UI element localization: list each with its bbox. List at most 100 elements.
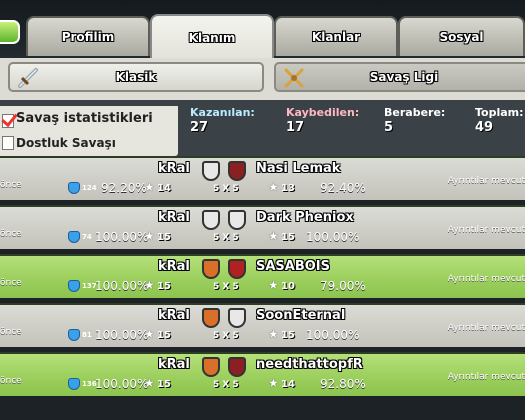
our-clan-level: 81	[82, 331, 92, 339]
war-log-row[interactable]: önce kRal 5 X 5 needthattopfR 136 100.00% ★ 15 ★…	[0, 352, 525, 396]
war-stats-title: Savaş istatistikleri	[16, 111, 153, 126]
our-stars-icon: ★	[144, 278, 155, 292]
war-stats-checkbox[interactable]	[2, 114, 14, 128]
war-time-ago: önce	[0, 180, 22, 190]
war-stats-title-row: Savaş istatistikleri	[0, 106, 178, 130]
details-link[interactable]: Ayrıntılar mevcut	[448, 323, 525, 333]
our-destruction: 100.00%	[95, 328, 149, 342]
our-clan-name: kRal	[158, 308, 190, 323]
classic-war-button[interactable]: Klasik	[8, 62, 264, 92]
war-log-row[interactable]: önce kRal 5 X 5 SASABOIS 137 100.00% ★ 15 ★ 10 79.…	[0, 254, 525, 298]
enemy-destruction: 92.40%	[320, 181, 366, 195]
our-destruction: 100.00%	[95, 377, 149, 391]
enemy-stars: 13	[281, 183, 295, 194]
enemy-clan-name: Nasi Lemak	[256, 161, 341, 176]
enemy-clan-badge-icon	[228, 210, 246, 230]
total-value: 49	[475, 120, 494, 135]
enemy-stars-icon: ★	[268, 180, 279, 194]
clan-level-shield-icon	[68, 182, 80, 194]
war-time-ago: önce	[0, 376, 22, 386]
enemy-clan-name: SASABOIS	[256, 259, 331, 274]
sword-icon	[18, 68, 38, 88]
tab-clans-label: Klanlar	[311, 30, 361, 44]
details-link[interactable]: Ayrıntılar mevcut	[448, 225, 525, 235]
friendly-war-label: Dostluk Savaşı	[16, 136, 116, 150]
details-link[interactable]: Ayrıntılar mevcut	[448, 176, 525, 186]
enemy-destruction: 79.00%	[320, 279, 366, 293]
our-clan-name: kRal	[158, 161, 190, 176]
our-clan-badge-icon	[202, 161, 220, 181]
war-time-ago: önce	[0, 327, 22, 337]
enemy-destruction: 100.00%	[306, 328, 360, 342]
war-mode-bar: Klasik Savaş Ligi	[0, 58, 525, 100]
enemy-stars-icon: ★	[268, 376, 279, 390]
enemy-stars: 15	[281, 330, 295, 341]
war-log-row[interactable]: önce kRal 5 X 5 Dark Pheniox 74 100.00% ★ 15 ★ 15…	[0, 205, 525, 249]
clan-level-shield-icon	[68, 280, 80, 292]
our-clan-badge-icon	[202, 357, 220, 377]
our-stars-icon: ★	[144, 229, 155, 243]
our-destruction: 100.00%	[95, 279, 149, 293]
clan-level-shield-icon	[68, 231, 80, 243]
enemy-stars-icon: ★	[268, 327, 279, 341]
draw-label: Berabere:	[384, 106, 446, 119]
enemy-destruction: 100.00%	[306, 230, 360, 244]
friendly-war-checkbox[interactable]	[2, 136, 14, 150]
total-label: Toplam:	[475, 106, 524, 119]
draw-value: 5	[384, 120, 394, 135]
war-log-row[interactable]: önce kRal 5 X 5 Nasi Lemak 124 92.20% ★ 14 ★ 13 92…	[0, 156, 525, 200]
our-stars: 15	[157, 281, 171, 292]
our-clan-level: 74	[82, 233, 92, 241]
our-clan-level: 124	[82, 184, 97, 192]
our-stars-icon: ★	[144, 180, 155, 194]
enemy-clan-name: needthattopfR	[256, 357, 363, 372]
our-clan-badge-icon	[202, 308, 220, 328]
war-size: 5 X 5	[213, 380, 239, 390]
draw-stat: Berabere: 5	[384, 106, 445, 135]
war-time-ago: önce	[0, 229, 22, 239]
enemy-stars-icon: ★	[268, 278, 279, 292]
toggle-button[interactable]	[0, 20, 20, 44]
war-time-ago: önce	[0, 278, 22, 288]
war-log-row[interactable]: önce kRal 5 X 5 SoonEternal 81 100.00% ★ 15 ★ 15 1…	[0, 303, 525, 347]
war-league-button[interactable]: Savaş Ligi	[274, 62, 525, 92]
enemy-stars-icon: ★	[268, 229, 279, 243]
won-label: Kazanılan:	[190, 106, 255, 119]
total-stat: Toplam: 49	[475, 106, 524, 135]
war-stats-filter: Savaş istatistikleri Dostluk Savaşı	[0, 106, 178, 156]
friendly-war-row: Dostluk Savaşı	[0, 132, 178, 154]
enemy-stars: 10	[281, 281, 295, 292]
our-stars: 15	[157, 330, 171, 341]
our-clan-name: kRal	[158, 210, 190, 225]
won-stat: Kazanılan: 27	[190, 106, 255, 135]
tab-profile[interactable]: Profilim	[26, 16, 150, 56]
clan-level-shield-icon	[68, 329, 80, 341]
tab-social[interactable]: Sosyal	[398, 16, 525, 56]
tab-clans[interactable]: Klanlar	[274, 16, 398, 56]
enemy-clan-badge-icon	[228, 308, 246, 328]
war-size: 5 X 5	[213, 233, 239, 243]
enemy-clan-badge-icon	[228, 357, 246, 377]
enemy-clan-name: Dark Pheniox	[256, 210, 354, 225]
our-stars-icon: ★	[144, 376, 155, 390]
tab-my-clan[interactable]: Klanım	[150, 14, 274, 60]
enemy-clan-badge-icon	[228, 259, 246, 279]
our-clan-badge-icon	[202, 210, 220, 230]
our-destruction: 100.00%	[95, 230, 149, 244]
classic-war-label: Klasik	[115, 70, 157, 84]
tab-profile-label: Profilim	[61, 30, 115, 44]
our-destruction: 92.20%	[101, 181, 147, 195]
details-link[interactable]: Ayrıntılar mevcut	[448, 274, 525, 284]
lost-stat: Kaybedilen: 17	[286, 106, 359, 135]
our-stars: 15	[157, 379, 171, 390]
lost-label: Kaybedilen:	[286, 106, 360, 119]
details-link[interactable]: Ayrıntılar mevcut	[448, 372, 525, 382]
enemy-stars: 14	[281, 379, 295, 390]
enemy-destruction: 92.80%	[320, 377, 366, 391]
war-size: 5 X 5	[213, 282, 239, 292]
our-clan-badge-icon	[202, 259, 220, 279]
our-clan-name: kRal	[158, 357, 190, 372]
top-tab-bar: Profilim Klanım Klanlar Sosyal	[0, 0, 525, 60]
war-size: 5 X 5	[213, 184, 239, 194]
war-league-label: Savaş Ligi	[369, 70, 439, 84]
